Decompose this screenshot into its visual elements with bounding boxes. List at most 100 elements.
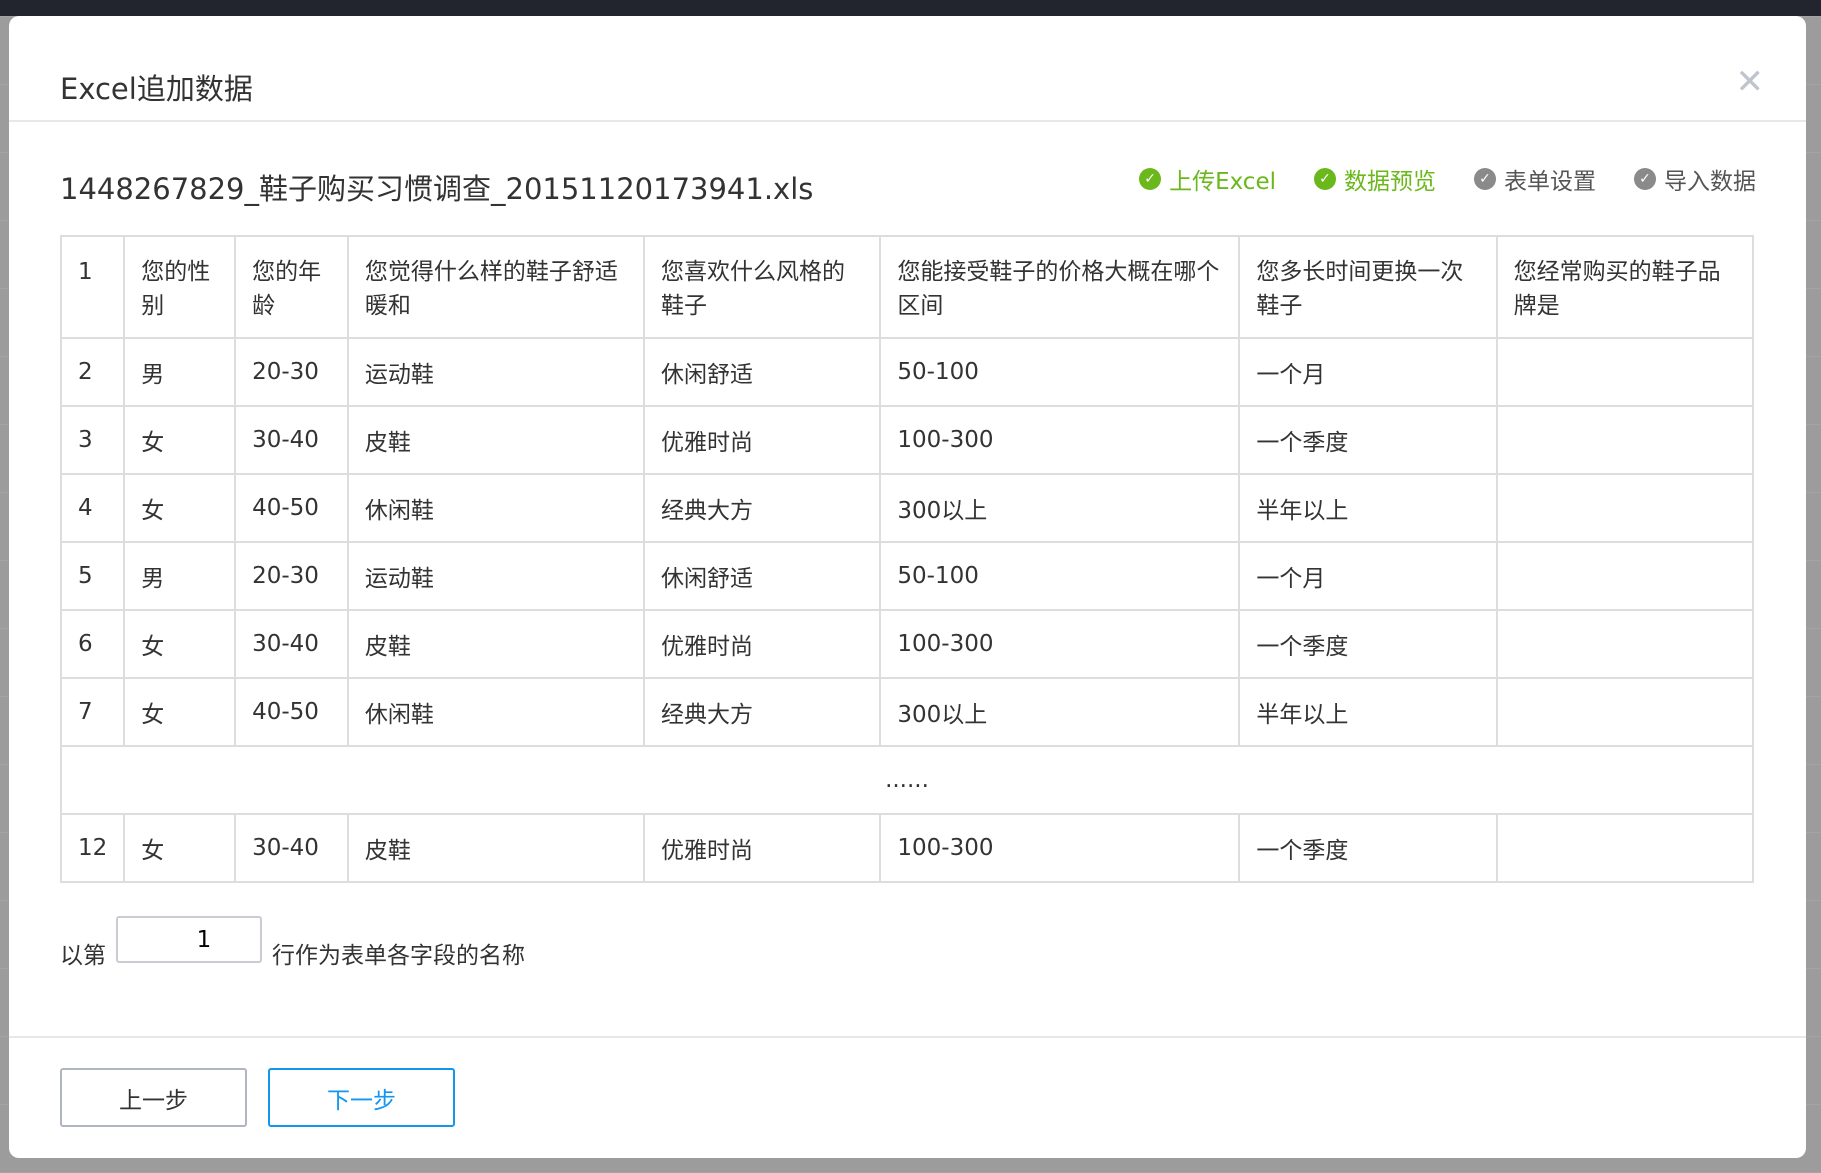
check-circle-icon: ✓ — [1314, 168, 1336, 190]
step-upload: ✓ 上传Excel — [1139, 162, 1276, 196]
table-row: 7 女 40-50 休闲鞋 经典大方 300以上 半年以上 — [59, 677, 1755, 747]
preview-table: 1 您的性别 您的年龄 您觉得什么样的鞋子舒适暖和 您喜欢什么风格的鞋子 您能接受鞋子的价… — [59, 235, 1755, 883]
table-cell: 30-40 — [234, 405, 349, 475]
check-circle-icon: ✓ — [1474, 168, 1496, 190]
table-cell: 5 — [59, 541, 126, 611]
table-cell: 皮鞋 — [346, 813, 646, 883]
table-cell: 100-300 — [879, 813, 1241, 883]
table-cell: 20-30 — [234, 337, 349, 407]
table-cell: 经典大方 — [643, 677, 882, 747]
table-cell: 您经常购买的鞋子品牌是 — [1495, 235, 1755, 339]
prev-step-button[interactable]: 上一步 — [60, 1068, 247, 1127]
divider — [9, 1036, 1806, 1038]
table-cell: 您觉得什么样的鞋子舒适暖和 — [346, 235, 646, 339]
table-cell: 休闲舒适 — [643, 541, 882, 611]
step-import: ✓ 导入数据 — [1634, 162, 1756, 196]
table-cell: 女 — [123, 813, 237, 883]
table-cell: 男 — [123, 541, 237, 611]
table-row: 12 女 30-40 皮鞋 优雅时尚 100-300 一个季度 — [59, 813, 1755, 883]
table-cell: 3 — [59, 405, 126, 475]
close-icon[interactable]: ✕ — [1736, 62, 1765, 102]
ellipsis-row: ...... — [60, 745, 1754, 815]
file-name: 1448267829_鞋子购买习惯调查_20151120173941.xls — [60, 172, 814, 206]
step-label: 表单设置 — [1504, 169, 1596, 195]
table-row: 4 女 40-50 休闲鞋 经典大方 300以上 半年以上 — [59, 473, 1755, 543]
step-indicator: ✓ 上传Excel ✓ 数据预览 ✓ 表单设置 ✓ 导入数据 — [1139, 162, 1756, 196]
table-cell: 男 — [123, 337, 237, 407]
table-cell: 30-40 — [234, 609, 349, 679]
step-label: 数据预览 — [1344, 169, 1436, 195]
table-cell — [1495, 677, 1755, 747]
table-cell: 女 — [123, 473, 237, 543]
table-cell: 您的性别 — [123, 235, 237, 339]
table-cell: 一个月 — [1238, 541, 1498, 611]
table-cell: 您的年龄 — [234, 235, 349, 339]
table-cell: 100-300 — [879, 405, 1241, 475]
table-cell: 半年以上 — [1238, 677, 1498, 747]
table-cell: 休闲鞋 — [346, 677, 646, 747]
table-cell: 一个月 — [1238, 337, 1498, 407]
table-row: 6 女 30-40 皮鞋 优雅时尚 100-300 一个季度 — [59, 609, 1755, 679]
table-cell: 30-40 — [234, 813, 349, 883]
table-cell: 您多长时间更换一次鞋子 — [1238, 235, 1498, 339]
table-cell: 1 — [59, 235, 126, 339]
table-cell: 经典大方 — [643, 473, 882, 543]
table-cell: 12 — [59, 813, 126, 883]
table-row: 5 男 20-30 运动鞋 休闲舒适 50-100 一个月 — [59, 541, 1755, 611]
table-cell: 50-100 — [879, 337, 1241, 407]
check-circle-icon: ✓ — [1634, 168, 1656, 190]
table-cell: 4 — [59, 473, 126, 543]
table-cell: 一个季度 — [1238, 405, 1498, 475]
table-cell: 50-100 — [879, 541, 1241, 611]
table-cell: 女 — [123, 677, 237, 747]
step-preview: ✓ 数据预览 — [1314, 162, 1436, 196]
table-cell: 女 — [123, 405, 237, 475]
table-cell: 优雅时尚 — [643, 813, 882, 883]
dialog-title: Excel追加数据 — [60, 72, 253, 106]
table-cell: 皮鞋 — [346, 609, 646, 679]
table-cell: 300以上 — [879, 473, 1241, 543]
ellipsis: ...... — [60, 745, 1754, 815]
check-circle-icon: ✓ — [1139, 168, 1162, 190]
table-cell: 7 — [59, 677, 126, 747]
table-cell — [1495, 337, 1755, 407]
table-cell: 您喜欢什么风格的鞋子 — [643, 235, 882, 339]
table-cell — [1495, 405, 1755, 475]
header-row-prefix: 以第 — [60, 943, 106, 969]
table-cell: 女 — [123, 609, 237, 679]
table-cell: 运动鞋 — [346, 337, 646, 407]
table-cell: 20-30 — [234, 541, 349, 611]
step-label: 上传Excel — [1169, 169, 1276, 195]
table-cell: 皮鞋 — [346, 405, 646, 475]
table-cell — [1495, 813, 1755, 883]
step-form-settings: ✓ 表单设置 — [1474, 162, 1596, 196]
table-cell: 40-50 — [234, 473, 349, 543]
step-label: 导入数据 — [1664, 169, 1756, 195]
table-cell: 运动鞋 — [346, 541, 646, 611]
table-cell — [1495, 541, 1755, 611]
table-cell: 6 — [59, 609, 126, 679]
table-cell: 300以上 — [879, 677, 1241, 747]
divider — [9, 120, 1806, 122]
table-cell: 100-300 — [879, 609, 1241, 679]
next-step-button[interactable]: 下一步 — [268, 1068, 455, 1127]
table-row: 3 女 30-40 皮鞋 优雅时尚 100-300 一个季度 — [59, 405, 1755, 475]
table-cell: 一个季度 — [1238, 609, 1498, 679]
table-cell: 优雅时尚 — [643, 405, 882, 475]
table-row: 1 您的性别 您的年龄 您觉得什么样的鞋子舒适暖和 您喜欢什么风格的鞋子 您能接受鞋子的价… — [59, 235, 1755, 339]
table-cell — [1495, 609, 1755, 679]
table-cell: 半年以上 — [1238, 473, 1498, 543]
excel-append-dialog: Excel追加数据 ✕ 1448267829_鞋子购买习惯调查_20151120… — [9, 16, 1806, 1158]
app-top-bar — [0, 0, 1821, 16]
table-cell: 休闲舒适 — [643, 337, 882, 407]
table-cell: 2 — [59, 337, 126, 407]
table-cell: 40-50 — [234, 677, 349, 747]
table-cell — [1495, 473, 1755, 543]
table-row: 2 男 20-30 运动鞋 休闲舒适 50-100 一个月 — [59, 337, 1755, 407]
table-cell: 休闲鞋 — [346, 473, 646, 543]
table-cell: 一个季度 — [1238, 813, 1498, 883]
header-row-suffix: 行作为表单各字段的名称 — [272, 943, 525, 969]
table-cell: 您能接受鞋子的价格大概在哪个区间 — [879, 235, 1241, 339]
table-cell: 优雅时尚 — [643, 609, 882, 679]
header-row-input[interactable] — [116, 916, 262, 963]
